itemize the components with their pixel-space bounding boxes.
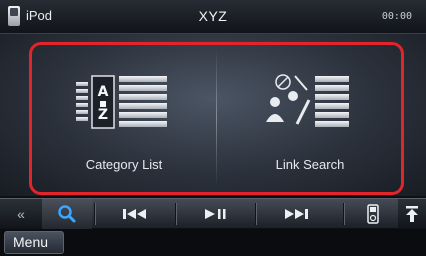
control-bar: « — [0, 198, 426, 229]
previous-button[interactable] — [96, 199, 174, 229]
skip-previous-icon — [123, 209, 146, 219]
control-separator — [94, 203, 95, 225]
search-icon — [58, 205, 76, 223]
menu-strip: Menu — [0, 229, 426, 256]
device-button[interactable] — [350, 199, 396, 229]
back-button[interactable]: « — [0, 199, 42, 229]
menu-button[interactable]: Menu — [4, 231, 64, 254]
double-chevron-left-icon: « — [17, 206, 25, 222]
status-bar: iPod XYZ 00:00 — [0, 0, 426, 34]
ipod-screen: iPod XYZ 00:00 A Z Category List Link Se… — [0, 0, 426, 256]
play-pause-button[interactable] — [176, 199, 254, 229]
ipod-icon — [367, 204, 379, 224]
skip-next-icon — [285, 209, 308, 219]
eject-button[interactable] — [398, 199, 426, 229]
control-separator — [343, 203, 344, 225]
play-pause-icon — [205, 209, 226, 219]
eject-up-icon — [406, 206, 418, 222]
next-button[interactable] — [256, 199, 336, 229]
track-title: XYZ — [198, 8, 228, 24]
clock: 00:00 — [381, 11, 412, 22]
highlight-frame — [29, 42, 404, 195]
search-button[interactable] — [42, 199, 92, 229]
